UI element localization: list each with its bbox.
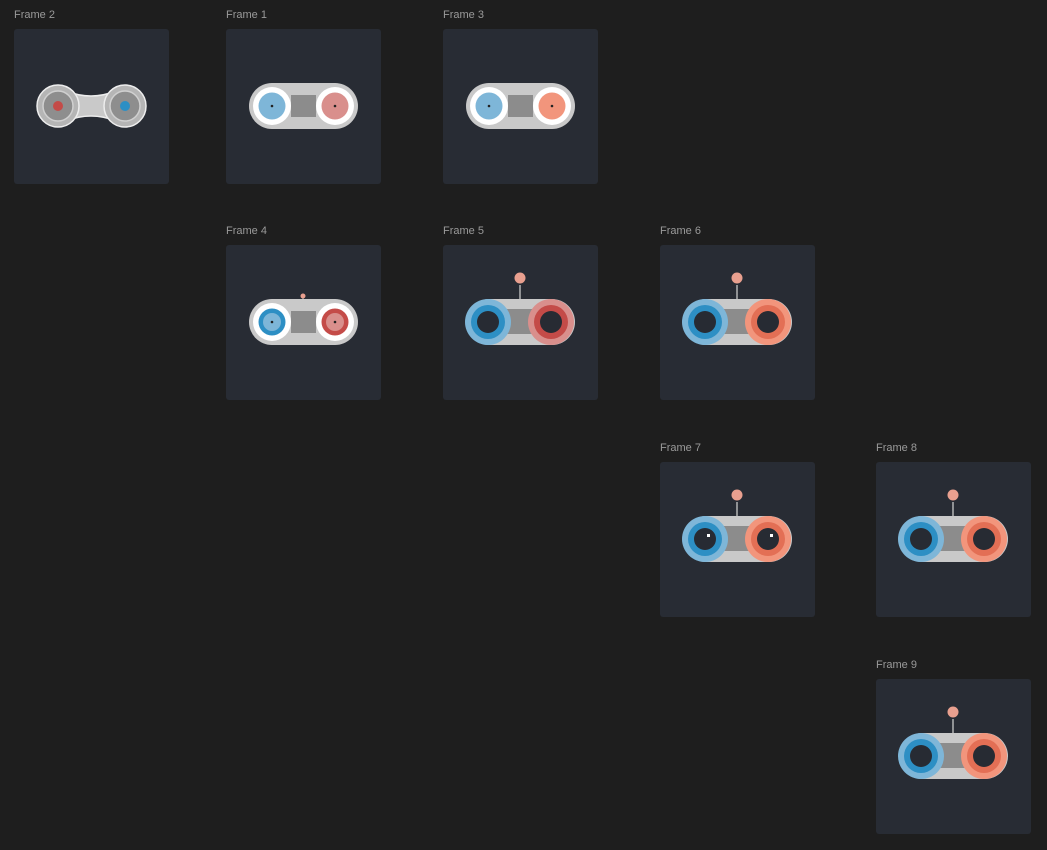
- antenna-tip: [731, 489, 743, 501]
- frame-label[interactable]: Frame 8: [876, 442, 917, 455]
- frame-artboard[interactable]: [876, 462, 1031, 617]
- robot-center-plate: [291, 311, 316, 333]
- frame-artboard[interactable]: [660, 245, 815, 400]
- robot-left-pupil: [270, 320, 274, 324]
- robot-illustration: [465, 272, 575, 345]
- robot-left-pupil: [694, 311, 716, 333]
- robot-right-glint: [770, 534, 773, 537]
- robot-illustration: [682, 489, 792, 562]
- frame-label[interactable]: Frame 3: [443, 9, 484, 22]
- robot-right-pupil: [333, 320, 337, 324]
- robot-left-glint: [707, 534, 710, 537]
- robot-right-pupil: [757, 311, 779, 333]
- frame-artboard[interactable]: [660, 462, 815, 617]
- robot-illustration: [466, 83, 575, 129]
- robot-left-pupil: [910, 528, 932, 550]
- robot-illustration: [249, 83, 358, 129]
- frame-label[interactable]: Frame 7: [660, 442, 701, 455]
- robot-center-plate: [291, 95, 316, 117]
- robot-left-pupil: [53, 101, 63, 111]
- robot-right-pupil: [757, 528, 779, 550]
- frame-artboard[interactable]: [226, 29, 381, 184]
- antenna-tip: [731, 272, 743, 284]
- frame-artboard[interactable]: [876, 679, 1031, 834]
- robot-left-pupil: [487, 104, 491, 108]
- frame-artboard[interactable]: [443, 29, 598, 184]
- robot-illustration: [898, 706, 1008, 779]
- frame-label[interactable]: Frame 4: [226, 225, 267, 238]
- antenna-tip: [300, 293, 306, 299]
- antenna-tip: [514, 272, 526, 284]
- frame-artboard[interactable]: [443, 245, 598, 400]
- robot-illustration: [682, 272, 792, 345]
- frame-label[interactable]: Frame 1: [226, 9, 267, 22]
- robot-right-pupil: [333, 104, 337, 108]
- antenna-tip: [947, 706, 959, 718]
- frame-artboard[interactable]: [226, 245, 381, 400]
- robot-left-pupil: [694, 528, 716, 550]
- robot-illustration: [36, 84, 147, 128]
- frame-label[interactable]: Frame 6: [660, 225, 701, 238]
- robot-right-pupil: [973, 745, 995, 767]
- robot-right-pupil: [540, 311, 562, 333]
- robot-left-pupil: [910, 745, 932, 767]
- robot-right-pupil: [120, 101, 130, 111]
- robot-center-plate: [508, 95, 533, 117]
- robot-left-pupil: [270, 104, 274, 108]
- robot-right-pupil: [973, 528, 995, 550]
- frame-label[interactable]: Frame 2: [14, 9, 55, 22]
- robot-illustration: [249, 293, 358, 345]
- frame-label[interactable]: Frame 5: [443, 225, 484, 238]
- antenna-tip: [947, 489, 959, 501]
- robot-left-pupil: [477, 311, 499, 333]
- robot-right-pupil: [550, 104, 554, 108]
- robot-illustration: [898, 489, 1008, 562]
- frame-artboard[interactable]: [14, 29, 169, 184]
- frame-label[interactable]: Frame 9: [876, 659, 917, 672]
